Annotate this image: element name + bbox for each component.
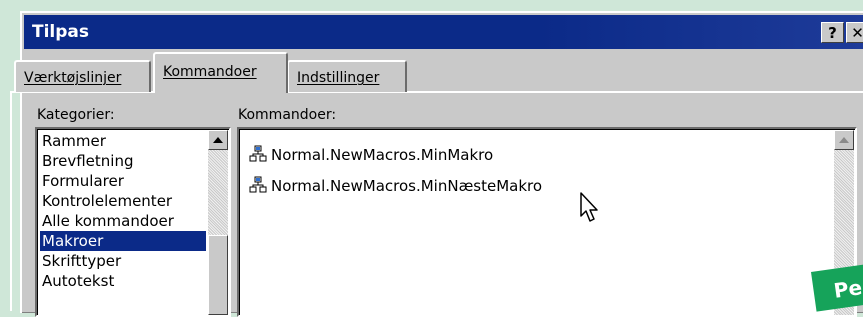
mouse-cursor-icon (580, 192, 598, 222)
tab-options-label: Indstillinger (297, 70, 380, 86)
category-item[interactable]: Autotekst (40, 271, 206, 291)
scroll-thumb[interactable] (208, 235, 228, 315)
tab-commands-label: Kommandoer (163, 64, 257, 80)
dialog-title: Tilpas (32, 22, 90, 42)
category-item[interactable]: Brevfletning (40, 151, 206, 171)
tab-toolbars-label: Værktøjslinjer (24, 70, 122, 86)
overlay-badge: Pe (811, 263, 863, 312)
command-label: Normal.NewMacros.MinNæsteMakro (271, 177, 543, 195)
macro-icon (249, 145, 267, 162)
category-item[interactable]: Rammer (40, 131, 206, 151)
command-item[interactable]: Normal.NewMacros.MinMakro (249, 143, 493, 167)
commands-list[interactable]: Normal.NewMacros.MinMakro Normal.NewMacr… (237, 127, 857, 317)
overlay-badge-text: Pe (832, 275, 863, 303)
command-item[interactable]: Normal.NewMacros.MinNæsteMakro (249, 174, 542, 198)
category-item-selected[interactable]: Makroer (40, 231, 206, 251)
command-label: Normal.NewMacros.MinMakro (271, 146, 494, 164)
category-item[interactable]: Alle kommandoer (40, 211, 206, 231)
categories-scrollbar[interactable] (208, 130, 228, 315)
categories-list[interactable]: Rammer Brevfletning Formularer Kontrolel… (35, 127, 231, 317)
tab-toolbars[interactable]: Værktøjslinjer (14, 60, 151, 92)
category-item[interactable]: Formularer (40, 171, 206, 191)
tab-commands[interactable]: Kommandoer (153, 52, 288, 93)
help-button[interactable]: ? (821, 22, 844, 43)
scroll-up-button[interactable] (208, 130, 228, 150)
category-item[interactable]: Skrifttyper (40, 251, 206, 271)
category-item[interactable]: Kontrolelementer (40, 191, 206, 211)
commands-label: Kommandoer: (238, 107, 337, 123)
close-button[interactable]: ✕ (846, 22, 863, 43)
title-bar[interactable]: Tilpas ? ✕ (24, 15, 863, 49)
scroll-up-button[interactable] (834, 130, 854, 150)
tab-options[interactable]: Indstillinger (287, 60, 407, 92)
categories-label: Kategorier: (37, 107, 115, 123)
macro-icon (249, 176, 267, 193)
